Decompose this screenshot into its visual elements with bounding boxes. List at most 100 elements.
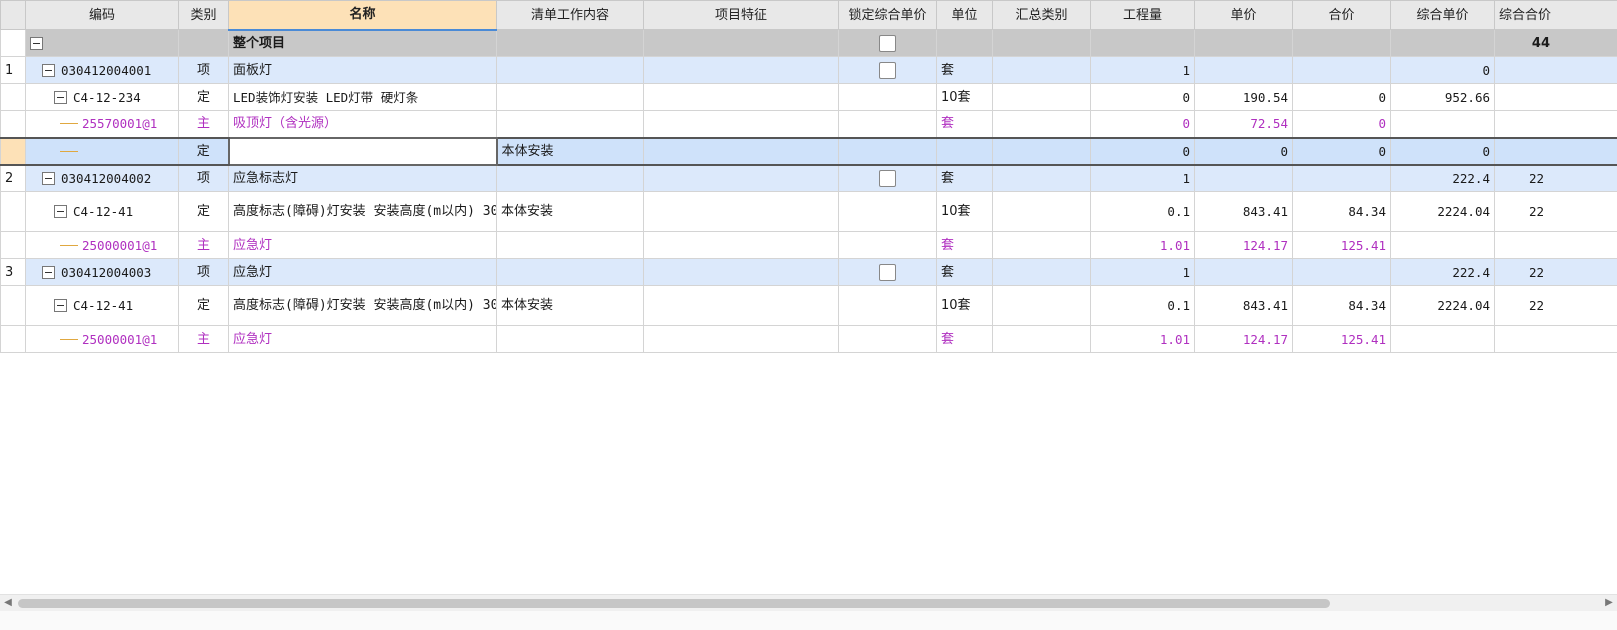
code-cell[interactable]: 25000001@1 [25, 325, 179, 353]
qty-cell[interactable]: 0.1 [1090, 191, 1195, 232]
feature-cell[interactable] [643, 110, 839, 138]
summary-cell[interactable] [992, 110, 1091, 138]
header-work[interactable]: 清单工作内容 [496, 0, 644, 30]
name-cell[interactable]: 高度标志(障碍)灯安装 安装高度(m以内) 30 [228, 191, 497, 232]
unit-cell[interactable] [936, 29, 993, 57]
unit-comp-cell[interactable]: 0 [1390, 56, 1495, 84]
lock-cell[interactable] [838, 136, 937, 166]
work-cell[interactable] [496, 56, 644, 84]
collapse-minus-icon[interactable] [54, 299, 67, 312]
table-row[interactable]: 整个项目 44 [0, 29, 1617, 57]
header-rownum[interactable] [0, 0, 26, 30]
unit-cell[interactable]: 套 [936, 231, 993, 259]
total-cell[interactable]: 0 [1292, 110, 1391, 138]
work-cell[interactable]: 本体安装 [496, 136, 644, 166]
collapse-minus-icon[interactable] [54, 90, 67, 104]
feature-cell[interactable] [643, 29, 839, 57]
qty-cell[interactable]: 0 [1090, 110, 1195, 138]
type-cell[interactable]: 主 [178, 325, 229, 353]
header-type[interactable]: 类别 [178, 0, 229, 30]
comp-total-cell[interactable] [1494, 56, 1617, 84]
total-cell[interactable] [1292, 29, 1391, 57]
summary-cell[interactable] [992, 325, 1091, 353]
table-row[interactable]: 1 030412004001 项 面板灯 套 1 0 [0, 56, 1617, 84]
price-cell[interactable]: 124.17 [1194, 325, 1293, 353]
header-price[interactable]: 单价 [1194, 0, 1293, 30]
price-cell[interactable]: 190.54 [1194, 83, 1293, 111]
summary-cell[interactable] [992, 136, 1091, 166]
comp-total-cell[interactable] [1494, 325, 1617, 353]
table-row[interactable]: 3 030412004003 项 应急灯 套 1 222.4 22 [0, 258, 1617, 286]
unit-cell[interactable]: 10套 [936, 285, 993, 326]
feature-cell[interactable] [643, 191, 839, 232]
lock-cell[interactable] [838, 325, 937, 353]
qty-cell[interactable]: 0.1 [1090, 285, 1195, 326]
header-feature[interactable]: 项目特征 [643, 0, 839, 30]
summary-cell[interactable] [992, 29, 1091, 57]
lock-cell[interactable] [838, 285, 937, 326]
comp-total-cell[interactable]: 44 [1494, 29, 1617, 57]
type-cell[interactable]: 主 [178, 231, 229, 259]
price-cell[interactable]: 124.17 [1194, 231, 1293, 259]
table-row[interactable]: 25000001@1 主 应急灯 套 1.01 124.17 125.41 [0, 325, 1617, 353]
total-cell[interactable] [1292, 164, 1391, 192]
work-cell[interactable] [496, 231, 644, 259]
header-total[interactable]: 合价 [1292, 0, 1391, 30]
lock-checkbox[interactable] [879, 169, 896, 187]
code-cell[interactable]: 030412004001 [25, 56, 179, 84]
unit-comp-cell[interactable]: 2224.04 [1390, 191, 1495, 232]
code-cell[interactable]: 030412004003 [25, 258, 179, 286]
unit-cell[interactable]: 套 [936, 110, 993, 138]
lock-cell[interactable] [838, 56, 937, 84]
qty-cell[interactable]: 1.01 [1090, 325, 1195, 353]
lock-cell[interactable] [838, 164, 937, 192]
header-lock[interactable]: 锁定综合单价 [838, 0, 937, 30]
lock-cell[interactable] [838, 83, 937, 111]
code-cell[interactable]: C4-12-234 [25, 83, 179, 111]
unit-comp-cell[interactable]: 222.4 [1390, 164, 1495, 192]
unit-comp-cell[interactable] [1390, 325, 1495, 353]
comp-total-cell[interactable]: 22 [1494, 191, 1617, 232]
lock-checkbox[interactable] [879, 34, 896, 52]
unit-comp-cell[interactable]: 0 [1390, 136, 1495, 166]
qty-cell[interactable]: 1 [1090, 258, 1195, 286]
arrow-left-icon[interactable]: ◀ [0, 595, 16, 611]
summary-cell[interactable] [992, 258, 1091, 286]
unit-comp-cell[interactable] [1390, 110, 1495, 138]
total-cell[interactable]: 84.34 [1292, 285, 1391, 326]
header-name[interactable]: 名称 [228, 0, 497, 31]
feature-cell[interactable] [643, 56, 839, 84]
total-cell[interactable]: 125.41 [1292, 231, 1391, 259]
code-cell[interactable] [25, 136, 179, 166]
code-cell[interactable]: C4-12-41 [25, 285, 179, 326]
summary-cell[interactable] [992, 285, 1091, 326]
lock-checkbox[interactable] [879, 61, 896, 79]
code-cell[interactable] [25, 29, 179, 57]
feature-cell[interactable] [643, 164, 839, 192]
type-cell[interactable]: 项 [178, 258, 229, 286]
horizontal-scrollbar[interactable]: ◀ ▶ [0, 594, 1617, 611]
price-cell[interactable]: 843.41 [1194, 191, 1293, 232]
table-row-selected[interactable]: 定 本体安装 0 0 0 0 [0, 136, 1617, 166]
qty-cell[interactable]: 1.01 [1090, 231, 1195, 259]
type-cell[interactable]: 定 [178, 83, 229, 111]
price-cell[interactable]: 843.41 [1194, 285, 1293, 326]
table-row[interactable]: C4-12-41 定 高度标志(障碍)灯安装 安装高度(m以内) 30 本体安装… [0, 191, 1617, 232]
unit-cell[interactable]: 套 [936, 258, 993, 286]
header-qty[interactable]: 工程量 [1090, 0, 1195, 30]
name-cell[interactable]: 应急灯 [228, 231, 497, 259]
lock-cell[interactable] [838, 29, 937, 57]
lock-cell[interactable] [838, 110, 937, 138]
header-unit[interactable]: 单位 [936, 0, 993, 30]
table-row[interactable]: 25570001@1 主 吸顶灯（含光源） 套 0 72.54 0 [0, 110, 1617, 138]
qty-cell[interactable]: 0 [1090, 83, 1195, 111]
lock-cell[interactable] [838, 191, 937, 232]
unit-comp-cell[interactable]: 952.66 [1390, 83, 1495, 111]
type-cell[interactable]: 项 [178, 164, 229, 192]
type-cell[interactable]: 定 [178, 191, 229, 232]
header-summary[interactable]: 汇总类别 [992, 0, 1091, 30]
unit-cell[interactable]: 套 [936, 56, 993, 84]
price-cell[interactable] [1194, 56, 1293, 84]
header-comp-total[interactable]: 综合合价 [1494, 0, 1617, 30]
price-cell[interactable] [1194, 29, 1293, 57]
